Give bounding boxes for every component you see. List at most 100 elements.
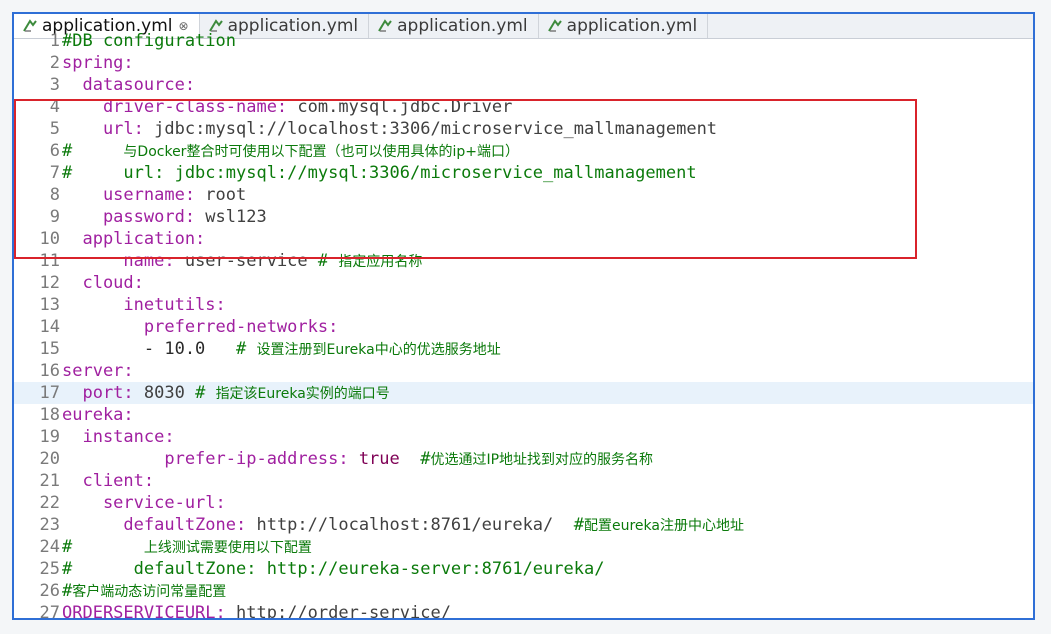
line-number: 1 bbox=[49, 31, 60, 51]
line-content: inetutils: bbox=[62, 294, 226, 316]
code-line: 17 port: 8030 # 指定该Eureka实例的端口号 bbox=[14, 382, 1033, 404]
code-token: # url: jdbc:mysql://mysql:3306/microserv… bbox=[62, 163, 697, 183]
line-number: 26 bbox=[39, 581, 60, 601]
code-line: 20 prefer-ip-address: true #优选通过IP地址找到对应… bbox=[14, 448, 1033, 470]
code-token: 配置eureka注册中心地址 bbox=[584, 518, 744, 534]
code-line: 3 datasource: bbox=[14, 74, 1033, 96]
line-number: 6 bbox=[49, 141, 60, 161]
code-token: ORDERSERVICEURL: bbox=[62, 603, 236, 620]
code-token: spring: bbox=[62, 53, 134, 73]
line-number: 8 bbox=[49, 185, 60, 205]
line-number: 23 bbox=[39, 515, 60, 535]
line-content: # 与Docker整合时可使用以下配置（也可以使用具体的ip+端口） bbox=[62, 140, 519, 163]
line-number: 3 bbox=[49, 75, 60, 95]
code-token: server: bbox=[62, 361, 134, 381]
code-token: service-url: bbox=[62, 493, 226, 513]
line-content: ORDERSERVICEURL: http://order-service/ bbox=[62, 602, 451, 620]
line-number: 15 bbox=[39, 339, 60, 359]
code-token: # bbox=[317, 251, 339, 271]
line-content: spring: bbox=[62, 52, 134, 74]
code-token: true bbox=[358, 449, 421, 469]
line-content: client: bbox=[62, 470, 154, 492]
code-line: 19 instance: bbox=[14, 426, 1033, 448]
line-content: server: bbox=[62, 360, 134, 382]
code-line: 15 - 10.0 # 设置注册到Eureka中心的优选服务地址 bbox=[14, 338, 1033, 360]
line-number: 5 bbox=[49, 119, 60, 139]
code-token: client: bbox=[62, 471, 155, 491]
code-token: 8030 bbox=[143, 383, 196, 403]
line-content: # defaultZone: http://eureka-server:8761… bbox=[62, 558, 604, 580]
code-token: # bbox=[236, 339, 257, 359]
line-number: 13 bbox=[39, 295, 60, 315]
line-content: #DB configuration bbox=[62, 30, 236, 52]
line-content: datasource: bbox=[62, 74, 195, 96]
code-token: driver-class-name: bbox=[62, 97, 298, 117]
line-number: 11 bbox=[39, 251, 60, 271]
code-line: 24 # 上线测试需要使用以下配置 bbox=[14, 536, 1033, 558]
line-number: 9 bbox=[49, 207, 60, 227]
line-number: 10 bbox=[39, 229, 60, 249]
code-line: 25 # defaultZone: http://eureka-server:87… bbox=[14, 558, 1033, 580]
code-token: # bbox=[420, 449, 431, 469]
line-number: 2 bbox=[49, 53, 60, 73]
code-token: 上线测试需要使用以下配置 bbox=[143, 540, 312, 556]
code-token: # bbox=[62, 537, 144, 557]
code-token: prefer-ip-address: bbox=[62, 449, 359, 469]
code-token: root bbox=[205, 185, 247, 205]
code-token: cloud: bbox=[62, 273, 144, 293]
code-token: 设置注册到Eureka中心的优选服务地址 bbox=[256, 342, 501, 358]
code-line: 23 defaultZone: http://localhost:8761/eu… bbox=[14, 514, 1033, 536]
line-content: # 上线测试需要使用以下配置 bbox=[62, 536, 312, 559]
code-line: 5 url: jdbc:mysql://localhost:3306/micro… bbox=[14, 118, 1033, 140]
code-token: 指定应用名称 bbox=[338, 254, 423, 270]
code-token: 指定该Eureka实例的端口号 bbox=[215, 386, 390, 402]
code-token: port: bbox=[62, 383, 144, 403]
line-number: 4 bbox=[49, 97, 60, 117]
line-content: password: wsl123 bbox=[62, 206, 267, 228]
line-content: # url: jdbc:mysql://mysql:3306/microserv… bbox=[62, 162, 697, 184]
code-editor[interactable]: 1 #DB configuration 2 spring: 3 datasource: 4… bbox=[14, 31, 1033, 620]
code-token: http://localhost:8761/eureka/ bbox=[256, 515, 574, 535]
code-line: 26 #客户端动态访问常量配置 bbox=[14, 580, 1033, 602]
line-number: 19 bbox=[39, 427, 60, 447]
line-content: username: root bbox=[62, 184, 246, 206]
code-token: username: bbox=[62, 185, 206, 205]
line-number: 20 bbox=[39, 449, 60, 469]
code-line: 4 driver-class-name: com.mysql.jdbc.Driv… bbox=[14, 96, 1033, 118]
line-content: service-url: bbox=[62, 492, 226, 514]
line-number: 24 bbox=[39, 537, 60, 557]
line-content: - 10.0 # 设置注册到Eureka中心的优选服务地址 bbox=[62, 338, 501, 361]
code-line: 10 application: bbox=[14, 228, 1033, 250]
line-content: application: bbox=[62, 228, 205, 250]
line-content: preferred-networks: bbox=[62, 316, 338, 338]
code-token: 与Docker整合时可使用以下配置（也可以使用具体的ip+端口） bbox=[123, 144, 519, 160]
line-number: 25 bbox=[39, 559, 60, 579]
line-content: port: 8030 # 指定该Eureka实例的端口号 bbox=[62, 382, 390, 405]
code-token: password: bbox=[62, 207, 206, 227]
line-content: defaultZone: http://localhost:8761/eurek… bbox=[62, 514, 744, 537]
code-token: # bbox=[573, 515, 584, 535]
code-token: application: bbox=[62, 229, 206, 249]
code-token: 优选通过IP地址找到对应的服务名称 bbox=[430, 452, 654, 468]
line-number: 17 bbox=[39, 383, 60, 403]
code-line: 6 # 与Docker整合时可使用以下配置（也可以使用具体的ip+端口） bbox=[14, 140, 1033, 162]
code-line: 11 name: user-service # 指定应用名称 bbox=[14, 250, 1033, 272]
code-line: 18 eureka: bbox=[14, 404, 1033, 426]
code-token: inetutils: bbox=[62, 295, 226, 315]
code-token: wsl123 bbox=[205, 207, 267, 227]
code-token: 客户端动态访问常量配置 bbox=[72, 584, 227, 600]
code-line: 12 cloud: bbox=[14, 272, 1033, 294]
code-line: 7 # url: jdbc:mysql://mysql:3306/microser… bbox=[14, 162, 1033, 184]
line-number: 16 bbox=[39, 361, 60, 381]
code-token: # defaultZone: http://eureka-server:8761… bbox=[62, 559, 605, 579]
line-content: eureka: bbox=[62, 404, 134, 426]
code-token: http://order-service/ bbox=[236, 603, 451, 620]
code-line: 16 server: bbox=[14, 360, 1033, 382]
code-line: 14 preferred-networks: bbox=[14, 316, 1033, 338]
code-token: user-service bbox=[184, 251, 318, 271]
line-content: url: jdbc:mysql://localhost:3306/microse… bbox=[62, 118, 717, 140]
line-number: 21 bbox=[39, 471, 60, 491]
line-number: 27 bbox=[39, 603, 60, 620]
line-content: prefer-ip-address: true #优选通过IP地址找到对应的服务… bbox=[62, 448, 653, 471]
code-token: defaultZone: bbox=[62, 515, 257, 535]
